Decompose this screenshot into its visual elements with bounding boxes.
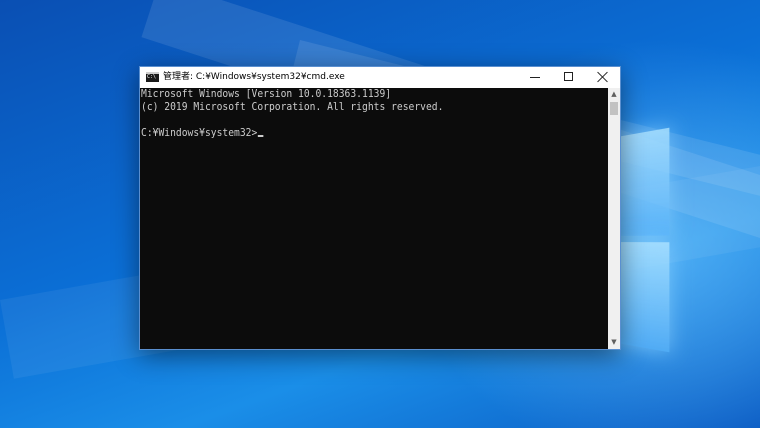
console-output[interactable]: Microsoft Windows [Version 10.0.18363.11… — [140, 88, 608, 349]
console-line: (c) 2019 Microsoft Corporation. All righ… — [141, 101, 571, 114]
window-title: 管理者: C:¥Windows¥system32¥cmd.exe — [163, 67, 345, 88]
maximize-icon — [564, 72, 573, 81]
minimize-button[interactable] — [518, 67, 552, 88]
scroll-thumb[interactable] — [610, 102, 618, 115]
close-button[interactable] — [586, 67, 620, 88]
scroll-down-arrow-icon[interactable]: ▼ — [608, 336, 620, 349]
vertical-scrollbar[interactable]: ▲ ▼ — [608, 88, 620, 349]
console-prompt: C:¥Windows¥system32> — [141, 127, 257, 139]
command-prompt-window[interactable]: C:\ 管理者: C:¥Windows¥system32¥cmd.exe Mic… — [139, 66, 621, 350]
maximize-button[interactable] — [552, 67, 586, 88]
cmd-app-icon[interactable]: C:\ — [146, 72, 159, 82]
minimize-icon — [530, 77, 540, 78]
console-line: Microsoft Windows [Version 10.0.18363.11… — [141, 88, 571, 101]
text-cursor — [258, 135, 264, 137]
title-bar[interactable]: C:\ 管理者: C:¥Windows¥system32¥cmd.exe — [140, 67, 620, 88]
scroll-up-arrow-icon[interactable]: ▲ — [608, 88, 620, 101]
cmd-icon-text: C:\ — [147, 74, 156, 80]
close-icon — [597, 71, 609, 83]
console-line — [141, 114, 571, 127]
console-prompt-line[interactable]: C:¥Windows¥system32> — [141, 127, 571, 140]
